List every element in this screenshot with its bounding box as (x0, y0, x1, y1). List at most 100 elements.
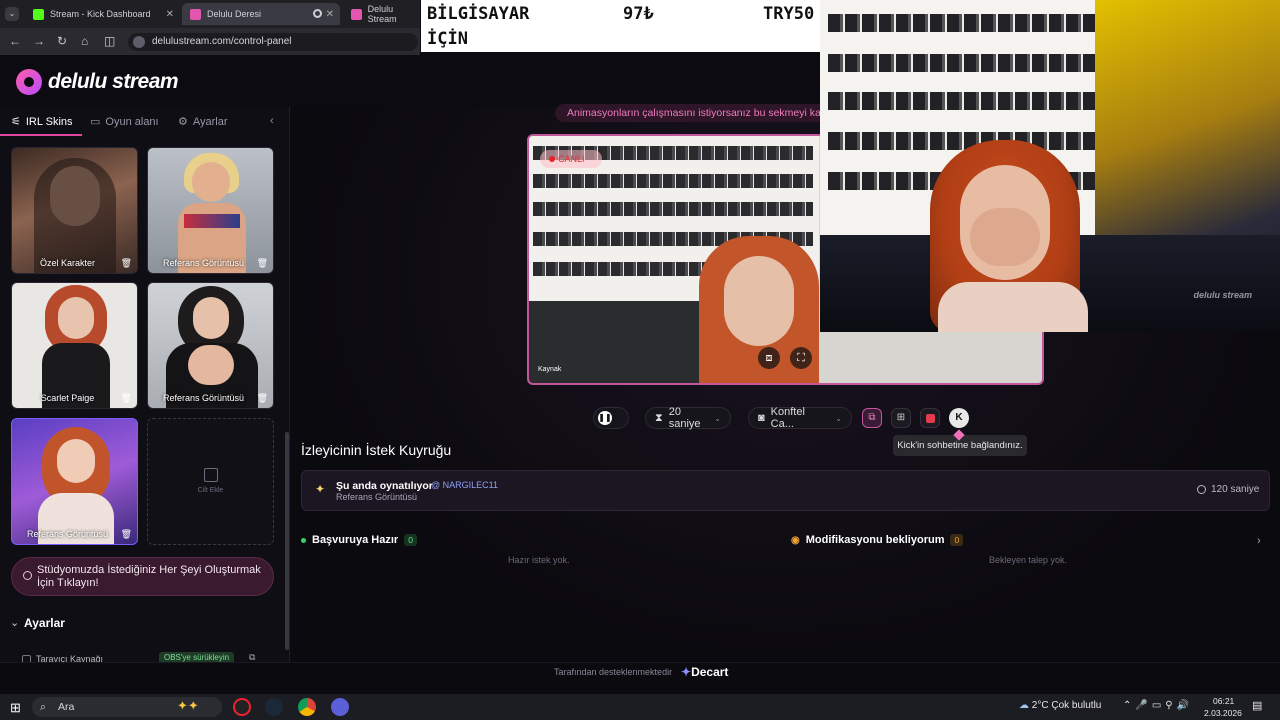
layout-button[interactable]: ⧉ (862, 408, 882, 428)
chevron-down-icon: ⌄ (835, 413, 842, 423)
skin-card[interactable]: Referans Görüntüsü 🗑 (147, 282, 274, 409)
skin-thumbnail (57, 439, 95, 483)
delete-icon[interactable]: 🗑 (121, 529, 132, 540)
delete-icon[interactable]: 🗑 (121, 258, 132, 269)
now-playing-subtitle: Referans Görüntüsü (336, 492, 418, 502)
chevron-down-icon[interactable]: ⌄ (10, 616, 19, 629)
tab-ayarlar[interactable]: ⚙ Ayarlar (178, 115, 228, 129)
overlay-price-banner: BİLGİSAYAR İÇİN 97₺ TRY50 (421, 0, 820, 52)
tab-delulu-deresi[interactable]: Delulu Deresi ✕ (182, 3, 340, 25)
skin-card[interactable]: Scarlet Paige 🗑 (11, 282, 138, 409)
add-skin-label: Cilt Ekle (197, 487, 224, 494)
skin-card[interactable]: Referans Görüntüsü 🗑 (147, 147, 274, 274)
steam-icon[interactable] (265, 698, 283, 716)
studio-cta-label: Stüdyomuzda İstediğiniz Her Şeyi Oluştur… (37, 564, 261, 589)
fullscreen-icon[interactable]: ⛶ (790, 347, 812, 369)
camera-select[interactable]: ◙ Konftel Ca... ⌄ (748, 406, 852, 430)
source-label: Kaynak (538, 366, 562, 373)
stop-button[interactable] (920, 408, 940, 428)
skin-card-label: Referans Görüntüsü (162, 258, 245, 268)
preview-shelf-row (533, 174, 813, 188)
add-skin-card[interactable]: Cilt Ekle (147, 418, 274, 545)
live-badge: CANLI (540, 150, 602, 168)
app-icon[interactable] (331, 698, 349, 716)
tab-oyun-alani[interactable]: ▭ Oyun alanı (90, 115, 159, 129)
logo-icon[interactable] (16, 69, 42, 95)
eye-icon: ◉ (791, 534, 800, 546)
kick-icon (33, 8, 44, 20)
decart-logo[interactable]: ✦Decart (681, 665, 728, 679)
camera-value: Konftel Ca... (770, 406, 805, 430)
skin-thumbnail (188, 345, 234, 385)
app-icon[interactable] (233, 698, 251, 716)
url-text: delulustream.com/control-panel (152, 36, 292, 47)
webcam-shelf-row (828, 54, 1098, 72)
close-icon[interactable]: ✕ (326, 9, 334, 20)
pending-empty-state: Bekleyen talep yok. (989, 555, 1068, 565)
decart-brand: Decart (691, 665, 729, 679)
tab-label: IRL Skins (25, 115, 73, 128)
tray-icons[interactable]: ⌃🎤▭⚲🔊 (1123, 700, 1193, 711)
clock-time[interactable]: 06:21 (1213, 696, 1234, 706)
ready-empty-state: Hazır istek yok. (508, 555, 570, 565)
skin-thumbnail (34, 158, 116, 273)
ready-dot-icon (301, 537, 306, 543)
collapse-sidebar-icon[interactable]: ‹ (270, 115, 274, 127)
delete-icon[interactable]: 🗑 (257, 393, 268, 404)
skin-thumbnail (193, 297, 229, 339)
tab-label: Ayarlar (192, 115, 228, 128)
pause-toggle[interactable]: ❚❚ (593, 407, 629, 429)
weather-text[interactable]: ☁ 2°C Çok bulutlu (1019, 700, 1101, 711)
sidebar-scrollbar[interactable] (285, 432, 289, 650)
ready-section-heading: Başvuruya Hazır 0 (301, 534, 417, 546)
skin-card[interactable]: Referans Görüntüsü 🗑 (11, 418, 138, 545)
duration-select[interactable]: ⧗ 20 saniye ⌄ (645, 406, 731, 430)
settings-heading[interactable]: Ayarlar (24, 616, 65, 630)
site-info-icon[interactable] (133, 36, 145, 48)
sliders-icon: ⚟ (11, 116, 21, 128)
effects-button[interactable]: ⊞ (891, 408, 911, 428)
webcam-person-body (938, 282, 1088, 332)
gear-icon: ⚙ (178, 116, 188, 128)
delete-icon[interactable]: 🗑 (121, 393, 132, 404)
decart-mark-icon: ✦ (681, 665, 692, 679)
tab-list-button[interactable]: ⌄ (5, 7, 19, 21)
preview-person (724, 256, 794, 346)
delete-icon[interactable]: 🗑 (257, 258, 268, 269)
forward-icon[interactable]: → (33, 34, 45, 48)
ready-label: Başvuruya Hazır (312, 534, 399, 546)
clock-date[interactable]: 2.03.2026 (1204, 708, 1242, 718)
tab-irl-skins[interactable]: ⚟ IRL Skins (11, 115, 73, 129)
now-playing-user[interactable]: @ NARGILEC11 (431, 480, 498, 490)
banner-price-2: TRY50 (763, 4, 815, 24)
close-icon[interactable]: ✕ (166, 9, 174, 20)
taskbar-search[interactable]: ⌕ Ara ✦✦ (32, 697, 222, 717)
address-bar[interactable]: delulustream.com/control-panel (128, 33, 418, 51)
chevron-right-icon[interactable]: › (1257, 535, 1261, 547)
now-playing-card (301, 470, 1270, 511)
skin-thumbnail (192, 162, 230, 202)
hourglass-icon: ⧗ (655, 411, 663, 424)
skin-card[interactable]: Özel Karakter 🗑 (11, 147, 138, 274)
reload-icon[interactable]: ↻ (57, 34, 67, 48)
tab-kick-dashboard[interactable]: Stream - Kick Dashboard ✕ (25, 3, 180, 25)
skin-card-label: Referans Görüntüsü (26, 529, 109, 539)
logo-text[interactable]: delulu stream (48, 70, 179, 94)
windows-start-icon[interactable]: ⊞ (10, 700, 21, 716)
webcam-shelf-row (828, 14, 1098, 32)
split-screen-icon[interactable]: ⧈ (758, 347, 780, 369)
notification-icon[interactable]: ▤ (1252, 699, 1262, 712)
pending-label: Modifikasyonu bekliyorum (805, 534, 945, 546)
home-icon[interactable]: ⌂ (81, 34, 88, 48)
delulu-icon (351, 8, 362, 20)
duration-value: 20 saniye (668, 406, 701, 430)
split-view-icon[interactable]: ◫ (104, 34, 115, 48)
tab-delulu-stream[interactable]: Delulu Stream (343, 3, 423, 25)
chrome-icon[interactable] (298, 698, 316, 716)
banner-price-1: 97₺ (623, 4, 654, 24)
pending-section-heading: ◉ Modifikasyonu bekliyorum 0 (791, 534, 964, 546)
kick-chat-button[interactable]: K (949, 408, 969, 428)
studio-cta-button[interactable]: Stüdyomuzda İstediğiniz Her Şeyi Oluştur… (11, 557, 274, 596)
kick-chat-tooltip: Kick'in sohbetine bağlandınız. (893, 435, 1027, 456)
back-icon[interactable]: ← (9, 34, 21, 48)
